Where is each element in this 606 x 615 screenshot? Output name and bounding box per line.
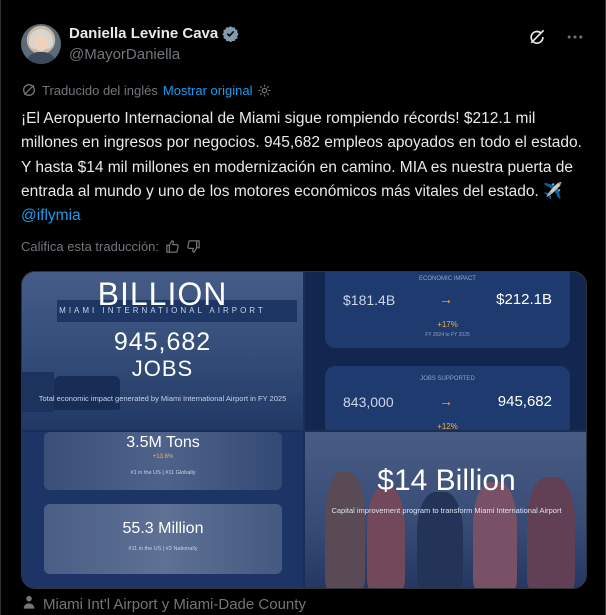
arrow-right-icon: → xyxy=(439,393,453,409)
jobs-label: JOBS xyxy=(131,356,194,381)
impact-change: +17% xyxy=(437,320,458,329)
cargo-value: 3.5M Tons xyxy=(126,434,200,451)
impact-from-value: $181.4B xyxy=(343,292,396,308)
tagged-people-row[interactable]: Miami Int'l Airport y Miami-Dade County xyxy=(21,594,306,614)
media-image-stats[interactable]: ECONOMIC IMPACT $181.4B → $212.1B +17% F… xyxy=(305,272,586,430)
airport-sign-text: MIAMI INTERNATIONAL AIRPORT xyxy=(59,306,266,315)
cargo-photo: 3.5M Tons +13.6% #1 in the US | #11 Glob… xyxy=(44,432,282,490)
translation-notice: Traducido del inglés Mostrar original xyxy=(21,82,272,98)
tweet-body: ¡El Aeropuerto Internacional de Miami si… xyxy=(21,110,582,200)
jobs-supported-label: JOBS SUPPORTED xyxy=(420,376,475,382)
cargo-change: +13.6% xyxy=(152,454,174,460)
rate-translation-row: Califica esta traducción: xyxy=(21,239,201,254)
media-grid[interactable]: BILLION MIAMI INTERNATIONAL AIRPORT 945,… xyxy=(21,271,587,589)
thumbs-down-icon[interactable] xyxy=(186,239,201,254)
impact-to-value: $212.1B xyxy=(496,291,552,308)
jobs-to-value: 945,682 xyxy=(497,393,552,410)
media-image-investment[interactable]: $14 Billion Capital improvement program … xyxy=(305,432,586,588)
passengers-photo: 55.3 Million #11 in the US | #2 National… xyxy=(44,504,282,574)
avatar-body xyxy=(25,52,57,64)
author-name-row: Daniella Levine Cava xyxy=(69,25,239,43)
grok-icon[interactable] xyxy=(527,27,547,47)
arrow-right-icon: → xyxy=(439,291,453,307)
rate-translation-label: Califica esta traducción: xyxy=(21,239,160,254)
economic-impact-label: ECONOMIC IMPACT xyxy=(419,276,476,282)
economic-impact-card: ECONOMIC IMPACT $181.4B → $212.1B +17% F… xyxy=(325,272,570,348)
settings-gear-icon[interactable] xyxy=(257,83,272,98)
more-options-icon[interactable] xyxy=(565,27,585,47)
show-original-link[interactable]: Mostrar original xyxy=(163,83,253,98)
author-display-name[interactable]: Daniella Levine Cava xyxy=(69,25,218,42)
person-icon xyxy=(21,594,37,614)
jobs-from-value: 843,000 xyxy=(343,394,394,410)
avatar-face xyxy=(34,35,48,51)
mention-link[interactable]: @iflymia xyxy=(21,207,81,224)
translate-icon xyxy=(21,82,37,98)
author-handle[interactable]: @MayorDaniella xyxy=(69,46,180,63)
passengers-value: 55.3 Million xyxy=(122,520,204,537)
translated-from-label: Traducido del inglés xyxy=(42,82,158,98)
thumbs-up-icon[interactable] xyxy=(165,239,180,254)
verified-badge-icon xyxy=(222,25,239,43)
tagged-people-text: Miami Int'l Airport y Miami-Dade County xyxy=(43,595,306,613)
impact-caption: Total economic impact generated by Miami… xyxy=(38,394,287,403)
tweet-actions-top xyxy=(527,27,585,47)
cargo-rank: #1 in the US | #11 Globally xyxy=(130,470,196,476)
media-image-cargo[interactable]: 3.5M Tons +13.6% #1 in the US | #11 Glob… xyxy=(22,432,303,588)
impact-period: FY 2024 to FY 2025 xyxy=(425,332,470,338)
media-image-jobs[interactable]: BILLION MIAMI INTERNATIONAL AIRPORT 945,… xyxy=(22,272,303,430)
image-overlay xyxy=(44,504,282,574)
investment-amount: $14 Billion xyxy=(377,464,516,497)
investment-caption: Capital improvement program to transform… xyxy=(331,506,562,515)
jobs-change: +12% xyxy=(437,422,458,430)
tweet-container: Daniella Levine Cava @MayorDaniella Trad… xyxy=(0,0,606,615)
jobs-supported-card: JOBS SUPPORTED 843,000 → 945,682 +12% xyxy=(325,366,570,430)
tweet-text: ¡El Aeropuerto Internacional de Miami si… xyxy=(21,107,591,228)
passengers-rank: #11 in the US | #2 Nationally xyxy=(128,546,198,552)
jobs-number: 945,682 xyxy=(113,328,212,356)
avatar[interactable] xyxy=(21,24,61,64)
